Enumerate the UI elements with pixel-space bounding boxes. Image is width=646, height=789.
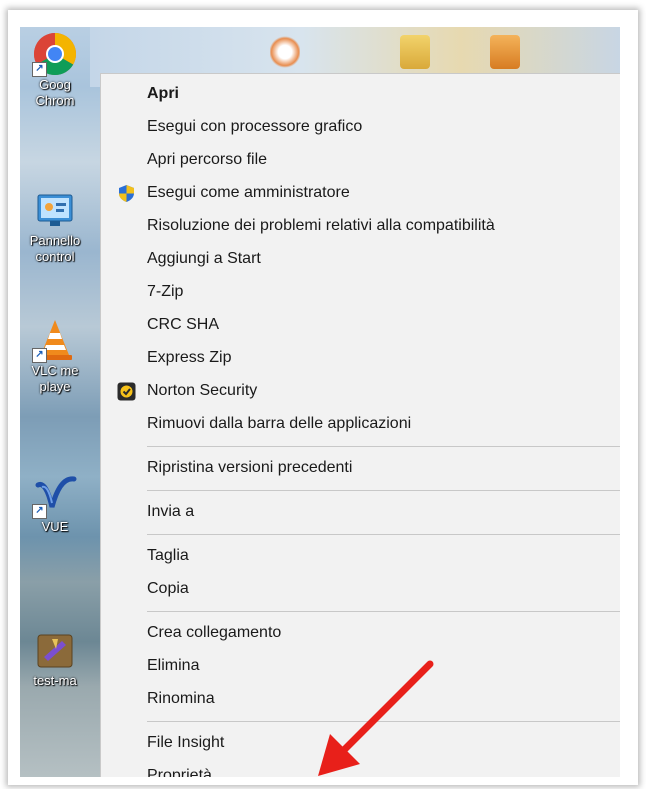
menu-item-norton-security[interactable]: Norton Security	[101, 375, 620, 408]
desktop-icon-vue[interactable]: ↗ VUE	[20, 473, 90, 553]
menu-item-label: Aggiungi a Start	[147, 250, 261, 267]
menu-separator	[147, 490, 620, 491]
vue-icon: ↗	[32, 473, 78, 519]
shortcut-arrow-icon: ↗	[32, 62, 47, 77]
desktop-icon-label: Pannello control	[29, 233, 81, 264]
menu-item-label: Esegui con processore grafico	[147, 118, 363, 135]
menu-item-label: Taglia	[147, 547, 189, 564]
desktop-icon-test[interactable]: test-ma	[20, 627, 90, 707]
desktop-icon-chrome[interactable]: ↗ Goog Chrom	[20, 31, 90, 111]
star-icon[interactable]	[270, 35, 300, 69]
menu-item-copia[interactable]: Copia	[101, 573, 620, 606]
menu-item-label: Crea collegamento	[147, 624, 282, 641]
menu-item-apri[interactable]: Apri	[101, 78, 620, 111]
folder-icon[interactable]	[400, 35, 430, 69]
menu-item-label: Apri	[147, 85, 179, 102]
desktop-icon-label: VUE	[41, 519, 69, 534]
menu-item-esegui-come-amministratore[interactable]: Esegui come amministratore	[101, 177, 620, 210]
norton-icon	[117, 382, 136, 401]
desktop-icon-label: test-ma	[33, 673, 77, 688]
menu-separator	[147, 611, 620, 612]
menu-item-label: 7-Zip	[147, 283, 184, 300]
menu-item-label: Rimuovi dalla barra delle applicazioni	[147, 415, 412, 432]
menu-item-label: Invia a	[147, 503, 195, 520]
menu-item-taglia[interactable]: Taglia	[101, 540, 620, 573]
menu-item-aggiungi-a-start[interactable]: Aggiungi a Start	[101, 243, 620, 276]
desktop-icon-label: VLC me playe	[31, 363, 79, 394]
menu-item-label: Esegui come amministratore	[147, 184, 350, 201]
screenshot-frame: ↗ Goog Chrom Pannello control ↗ VLC me p…	[8, 10, 638, 785]
menu-item-label: Apri percorso file	[147, 151, 268, 168]
menu-item-label: Copia	[147, 580, 189, 597]
archive-icon	[32, 627, 78, 673]
menu-item-label: Proprietà	[147, 767, 212, 777]
desktop-icon-control-panel[interactable]: Pannello control	[20, 187, 90, 267]
menu-item-label: CRC SHA	[147, 316, 220, 333]
menu-separator	[147, 534, 620, 535]
menu-item-esegui-con-processore-grafico[interactable]: Esegui con processore grafico	[101, 111, 620, 144]
menu-item-risoluzione-dei-problemi-relativi-alla-compatibilita[interactable]: Risoluzione dei problemi relativi alla c…	[101, 210, 620, 243]
uac-shield-icon	[117, 184, 136, 203]
menu-item-label: Elimina	[147, 657, 200, 674]
shortcut-arrow-icon: ↗	[32, 348, 47, 363]
menu-item-apri-percorso-file[interactable]: Apri percorso file	[101, 144, 620, 177]
menu-item-label: Norton Security	[147, 382, 258, 399]
menu-item-label: Express Zip	[147, 349, 232, 366]
package-icon[interactable]	[490, 35, 520, 69]
menu-separator	[147, 446, 620, 447]
menu-item-label: Risoluzione dei problemi relativi alla c…	[147, 217, 495, 234]
vlc-cone-icon: ↗	[32, 317, 78, 363]
menu-item-crc-sha[interactable]: CRC SHA	[101, 309, 620, 342]
menu-item-label: File Insight	[147, 734, 225, 751]
menu-item-label: Rinomina	[147, 690, 215, 707]
menu-item-label: Ripristina versioni precedenti	[147, 459, 353, 476]
menu-item-7-zip[interactable]: 7-Zip	[101, 276, 620, 309]
red-arrow-annotation	[318, 660, 434, 776]
menu-item-crea-collegamento[interactable]: Crea collegamento	[101, 617, 620, 650]
shortcut-arrow-icon: ↗	[32, 504, 47, 519]
desktop-icon-label: Goog Chrom	[35, 77, 75, 108]
desktop-icon-vlc[interactable]: ↗ VLC me playe	[20, 317, 90, 397]
chrome-icon: ↗	[32, 31, 78, 77]
menu-item-ripristina-versioni-precedenti[interactable]: Ripristina versioni precedenti	[101, 452, 620, 485]
control-panel-icon	[32, 187, 78, 233]
menu-item-rimuovi-dalla-barra-delle-applicazioni[interactable]: Rimuovi dalla barra delle applicazioni	[101, 408, 620, 441]
menu-item-express-zip[interactable]: Express Zip	[101, 342, 620, 375]
menu-item-invia-a[interactable]: Invia a	[101, 496, 620, 529]
